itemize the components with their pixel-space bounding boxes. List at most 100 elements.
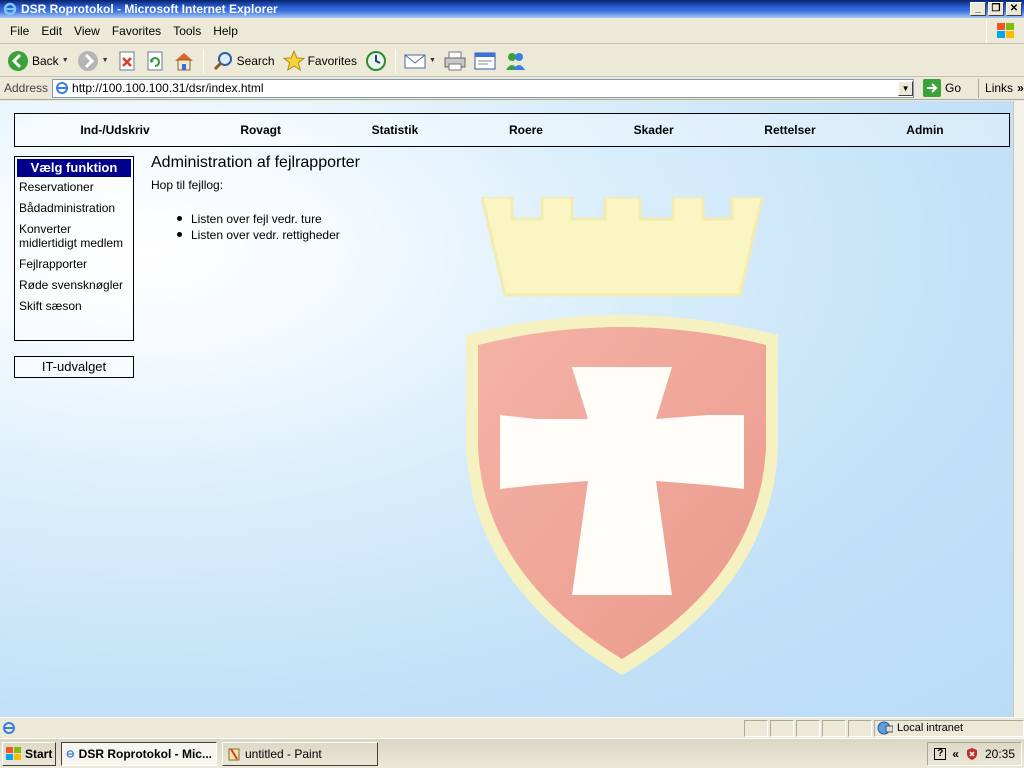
menu-view[interactable]: View: [68, 24, 106, 38]
search-button[interactable]: Search: [209, 47, 278, 75]
page-status-icon: [3, 722, 15, 734]
taskbar-paint-window[interactable]: untitled - Paint: [222, 741, 378, 766]
menu-favorites[interactable]: Favorites: [106, 24, 167, 38]
search-label: Search: [236, 53, 275, 68]
minimize-button[interactable]: _: [970, 2, 986, 16]
restore-button[interactable]: ❐: [988, 2, 1004, 16]
page-icon: [56, 82, 69, 94]
nav-admin[interactable]: Admin: [906, 123, 943, 137]
favorites-button[interactable]: Favorites: [280, 47, 360, 75]
sidebar-item-reservationer[interactable]: Reservationer: [17, 180, 131, 194]
taskbar-ie-window[interactable]: DSR Roprotokol - Mic...: [61, 741, 217, 766]
fejllog-link-list: Listen over fejl vedr. ture Listen over …: [177, 211, 340, 243]
back-label: Back: [32, 53, 59, 68]
toolbar-separator: [394, 48, 396, 73]
forward-arrow-icon: [77, 50, 98, 71]
messenger-icon: [505, 52, 525, 70]
toolbar: Back ▼ ▼ Search Favorites ▼: [0, 45, 1024, 77]
sidebar-item-badadministration[interactable]: Bådadministration: [17, 201, 131, 215]
nav-skader[interactable]: Skader: [634, 123, 674, 137]
edit-button[interactable]: [471, 47, 499, 75]
links-label: Links: [985, 81, 1014, 95]
close-button[interactable]: ✕: [1006, 2, 1022, 16]
chevron-left-icon[interactable]: «: [952, 747, 959, 761]
back-button[interactable]: Back ▼: [4, 47, 72, 75]
page-title: Administration af fejlrapporter: [151, 154, 360, 171]
intro-text: Hop til fejllog:: [151, 178, 224, 192]
start-label: Start: [25, 746, 53, 761]
favorites-label: Favorites: [307, 53, 357, 68]
edit-page-icon: [474, 52, 496, 69]
status-pane: [744, 719, 768, 737]
refresh-button[interactable]: [142, 47, 168, 75]
sidebar-item-konverter-medlem[interactable]: Konverter midlertidigt medlem: [17, 222, 131, 250]
status-pane: [822, 719, 846, 737]
top-navigation: Ind-/Udskriv Rovagt Statistik Roere Skad…: [14, 113, 1010, 147]
refresh-icon: [147, 51, 163, 70]
address-input[interactable]: [72, 80, 899, 96]
ie-icon: [2, 1, 18, 17]
stop-icon: [119, 51, 135, 70]
address-dropdown-icon[interactable]: ▼: [898, 80, 914, 96]
intranet-icon: [877, 721, 893, 735]
go-button[interactable]: Go: [920, 79, 964, 97]
status-bar: Local intranet: [0, 717, 1024, 738]
mail-dropdown-icon[interactable]: ▼: [429, 57, 436, 64]
address-box[interactable]: ▼: [52, 78, 915, 98]
back-arrow-icon: [8, 50, 28, 71]
paint-icon: [228, 747, 240, 760]
links-toolbar[interactable]: Links »: [978, 78, 1024, 98]
help-icon[interactable]: ?: [934, 747, 947, 760]
shield-icon[interactable]: [965, 747, 979, 761]
forward-dropdown-icon[interactable]: ▼: [102, 57, 109, 64]
it-udvalget-link[interactable]: IT-udvalget: [14, 356, 134, 378]
menu-tools[interactable]: Tools: [167, 24, 207, 38]
print-button[interactable]: [441, 47, 469, 75]
status-pane: [848, 719, 872, 737]
taskbar: Start DSR Roprotokol - Mic... untitled -…: [0, 738, 1024, 768]
mail-icon: [404, 54, 426, 68]
toolbar-separator: [202, 48, 204, 73]
status-pane: [770, 719, 794, 737]
printer-icon: [444, 51, 466, 70]
menu-edit[interactable]: Edit: [35, 24, 68, 38]
security-zone[interactable]: Local intranet: [874, 719, 1024, 737]
home-button[interactable]: [170, 47, 198, 75]
sidebar-item-rode-svenskngler[interactable]: Røde svensknøgler: [17, 278, 131, 292]
forward-button[interactable]: ▼: [74, 47, 112, 75]
web-page: Ind-/Udskriv Rovagt Statistik Roere Skad…: [0, 101, 1013, 717]
address-label: Address: [4, 81, 49, 95]
window-title: DSR Roprotokol - Microsoft Internet Expl…: [21, 2, 278, 16]
home-icon: [174, 52, 193, 70]
windows-flag-icon: [6, 746, 21, 760]
back-dropdown-icon[interactable]: ▼: [62, 57, 69, 64]
start-button[interactable]: Start: [2, 741, 56, 766]
nav-ind-udskriv[interactable]: Ind-/Udskriv: [80, 123, 149, 137]
menu-bar: File Edit View Favorites Tools Help: [0, 18, 1024, 44]
vertical-scrollbar[interactable]: [1013, 101, 1024, 717]
history-button[interactable]: [362, 47, 390, 75]
nav-rettelser[interactable]: Rettelser: [764, 123, 815, 137]
link-fejl-ture[interactable]: Listen over fejl vedr. ture: [177, 211, 340, 227]
menu-help[interactable]: Help: [207, 24, 244, 38]
taskbar-ie-label: DSR Roprotokol - Mic...: [78, 746, 212, 761]
mail-button[interactable]: ▼: [401, 47, 439, 75]
nav-rovagt[interactable]: Rovagt: [240, 123, 281, 137]
taskbar-paint-label: untitled - Paint: [245, 746, 322, 761]
stop-button[interactable]: [114, 47, 140, 75]
function-menu-header: Vælg funktion: [17, 159, 131, 177]
link-fejl-rettigheder[interactable]: Listen over vedr. rettigheder: [177, 227, 340, 243]
chevron-right-icon[interactable]: »: [1017, 81, 1024, 95]
ie-icon: [66, 749, 75, 758]
menu-file[interactable]: File: [4, 24, 35, 38]
messenger-button[interactable]: [501, 47, 529, 75]
zone-label: Local intranet: [897, 722, 964, 734]
nav-roere[interactable]: Roere: [509, 123, 543, 137]
search-icon: [213, 51, 232, 70]
windows-flag-icon: [986, 18, 1024, 43]
go-arrow-icon: [923, 79, 942, 97]
sidebar-item-skift-saeson[interactable]: Skift sæson: [17, 299, 131, 313]
nav-statistik[interactable]: Statistik: [372, 123, 419, 137]
status-pane: [796, 719, 820, 737]
sidebar-item-fejlrapporter[interactable]: Fejlrapporter: [17, 257, 131, 271]
